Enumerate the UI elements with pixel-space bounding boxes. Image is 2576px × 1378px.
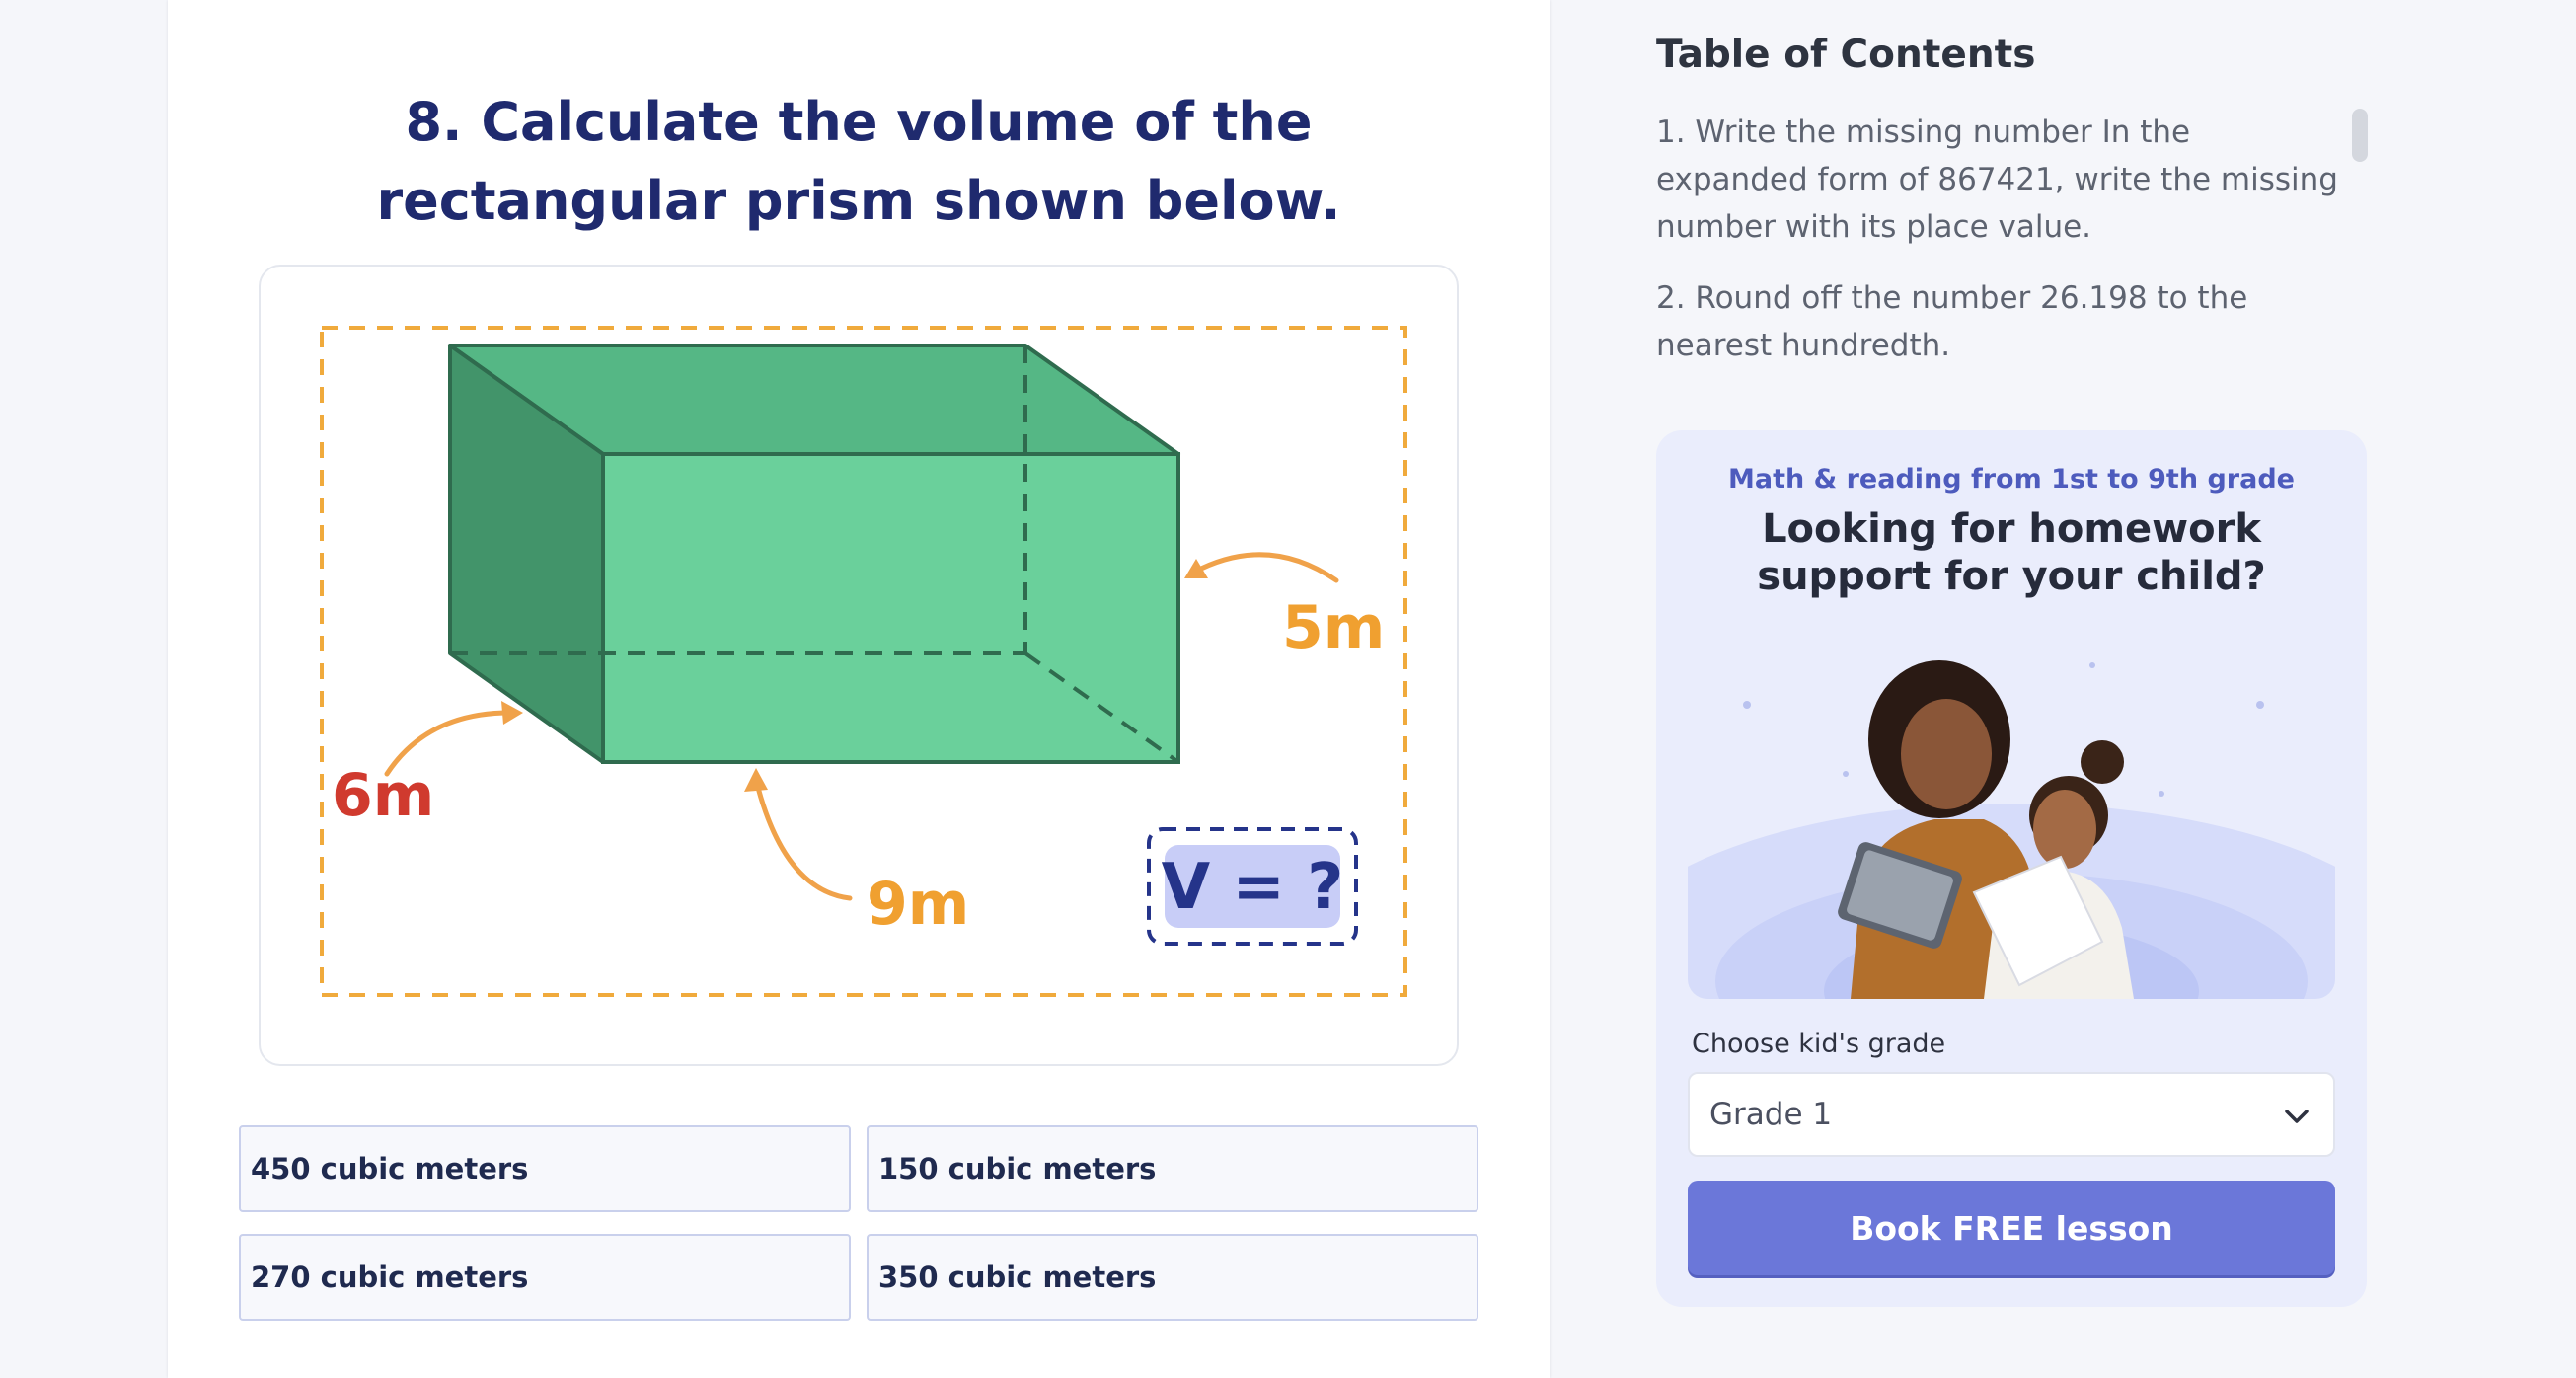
answer-option-450[interactable]: 450 cubic meters (239, 1125, 851, 1212)
grade-select[interactable]: Grade 1 (1688, 1072, 2335, 1157)
depth-label: 6m (332, 761, 434, 830)
answer-option-label: 270 cubic meters (251, 1261, 529, 1294)
promo-card: Math & reading from 1st to 9th grade Loo… (1656, 430, 2367, 1307)
answer-option-350[interactable]: 350 cubic meters (867, 1234, 1478, 1321)
grade-select-label: Choose kid's grade (1692, 1029, 1946, 1059)
answer-option-label: 150 cubic meters (878, 1152, 1157, 1186)
chevron-down-icon (2285, 1110, 2309, 1123)
answer-option-270[interactable]: 270 cubic meters (239, 1234, 851, 1321)
toc-title: Table of Contents (1656, 33, 2036, 77)
length-label: 9m (867, 870, 969, 939)
toc-item-1[interactable]: 1. Write the missing number In the expan… (1656, 109, 2347, 251)
promo-title: Looking for homework support for your ch… (1757, 506, 2266, 599)
mother-child-reading-image (1688, 646, 2335, 999)
answer-option-label: 450 cubic meters (251, 1152, 529, 1186)
promo-kicker: Math & reading from 1st to 9th grade (1728, 464, 2295, 495)
toc-scrollbar[interactable] (2352, 109, 2368, 162)
prism-front-face (601, 452, 1180, 764)
height-label: 5m (1282, 593, 1385, 662)
volume-label: V = ? (1162, 851, 1344, 924)
question-title: 8. Calculate the volume of the rectangul… (376, 91, 1341, 232)
promo-illustration (1688, 646, 2335, 999)
toc-list: 1. Write the missing number In the expan… (1656, 109, 2347, 393)
question-figure: 6m 9m 5m V = ? (259, 265, 1459, 1066)
answer-option-150[interactable]: 150 cubic meters (867, 1125, 1478, 1212)
grade-select-value: Grade 1 (1709, 1097, 1833, 1132)
book-free-lesson-button[interactable]: Book FREE lesson (1688, 1181, 2335, 1275)
prism-diagram: 6m 9m 5m V = ? (320, 326, 1407, 997)
answer-option-label: 350 cubic meters (878, 1261, 1157, 1294)
toc-item-2[interactable]: 2. Round off the number 26.198 to the ne… (1656, 274, 2347, 369)
